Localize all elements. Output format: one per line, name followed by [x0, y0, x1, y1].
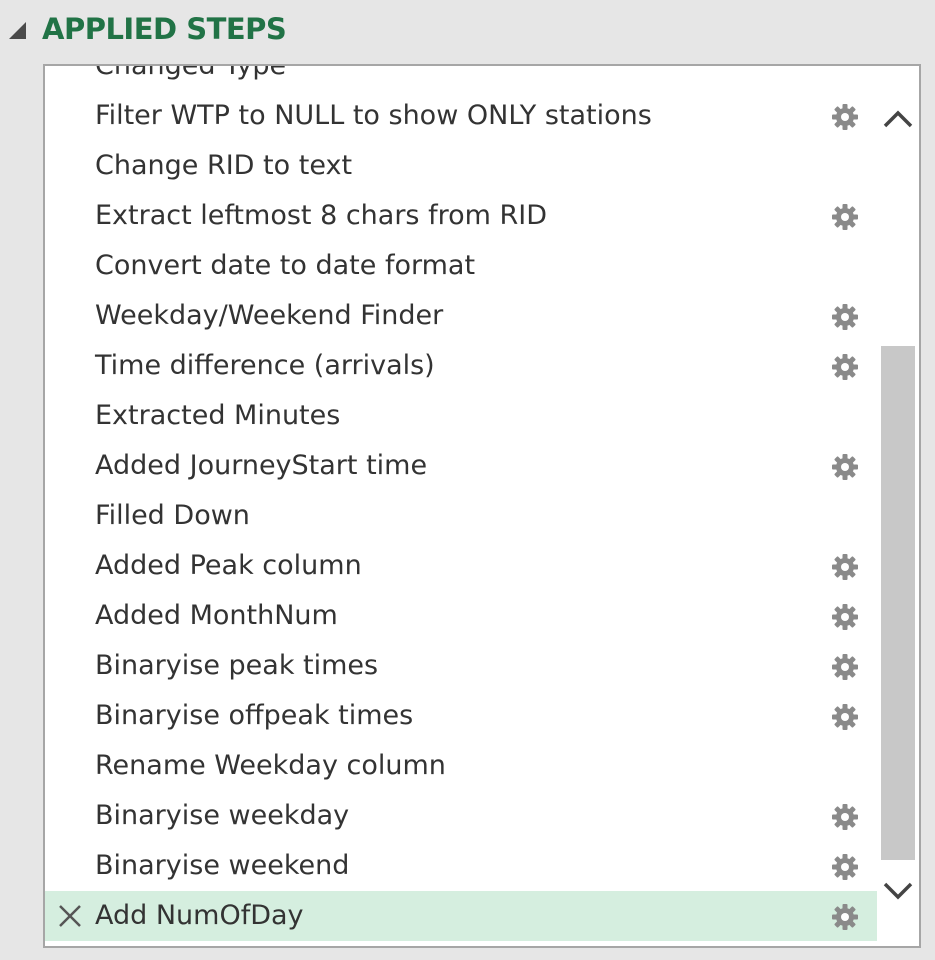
step-label: Extracted Minutes: [95, 400, 341, 431]
step-row[interactable]: Filter WTP to NULL to show ONLY stations: [45, 91, 877, 141]
gear-icon[interactable]: [831, 853, 859, 881]
step-row[interactable]: Weekday/Weekend Finder: [45, 291, 877, 341]
step-row[interactable]: Added JourneyStart time: [45, 441, 877, 491]
gear-icon[interactable]: [831, 353, 859, 381]
step-label: Added MonthNum: [95, 600, 338, 631]
gear-icon[interactable]: [831, 553, 859, 581]
step-row[interactable]: Changed Type: [45, 66, 877, 91]
step-label: Binaryise offpeak times: [95, 700, 414, 731]
step-label: Binaryise peak times: [95, 650, 379, 681]
delete-x-icon[interactable]: [57, 903, 83, 929]
step-label: Add NumOfDay: [95, 900, 304, 931]
applied-steps-list: Changed Type Filter WTP to NULL to show O…: [45, 66, 877, 946]
gear-icon[interactable]: [831, 703, 859, 731]
step-row[interactable]: Extract leftmost 8 chars from RID: [45, 191, 877, 241]
gear-icon[interactable]: [831, 653, 859, 681]
step-row[interactable]: Binaryise weekend: [45, 841, 877, 891]
step-label: Filled Down: [95, 500, 250, 531]
step-row[interactable]: Filled Down: [45, 491, 877, 541]
step-row[interactable]: Binaryise peak times: [45, 641, 877, 691]
step-row[interactable]: Time difference (arrivals): [45, 341, 877, 391]
step-label: Time difference (arrivals): [95, 350, 435, 381]
step-row[interactable]: Added Peak column: [45, 541, 877, 591]
step-row[interactable]: Binaryise weekday: [45, 791, 877, 841]
step-label: Added Peak column: [95, 550, 362, 581]
step-label: Change RID to text: [95, 150, 353, 181]
applied-steps-panel: Changed Type Filter WTP to NULL to show O…: [43, 64, 921, 948]
step-row[interactable]: Change RID to text: [45, 141, 877, 191]
step-row[interactable]: Binaryise offpeak times: [45, 691, 877, 741]
step-label: Rename Weekday column: [95, 750, 446, 781]
step-label: Extract leftmost 8 chars from RID: [95, 200, 548, 231]
step-label: Filter WTP to NULL to show ONLY stations: [95, 100, 652, 131]
step-row[interactable]: Rename Weekday column: [45, 741, 877, 791]
gear-icon[interactable]: [831, 603, 859, 631]
step-label: Weekday/Weekend Finder: [95, 300, 444, 331]
collapse-triangle-icon[interactable]: [9, 22, 26, 39]
gear-icon[interactable]: [831, 803, 859, 831]
gear-icon[interactable]: [831, 453, 859, 481]
chevron-down-icon[interactable]: [882, 874, 914, 906]
gear-icon[interactable]: [831, 203, 859, 231]
step-row[interactable]: Add NumOfDay: [45, 891, 877, 941]
step-row[interactable]: Extracted Minutes: [45, 391, 877, 441]
step-row[interactable]: Convert date to date format: [45, 241, 877, 291]
gear-icon[interactable]: [831, 103, 859, 131]
gear-icon[interactable]: [831, 303, 859, 331]
chevron-up-icon[interactable]: [882, 104, 914, 136]
step-row[interactable]: Added MonthNum: [45, 591, 877, 641]
section-title[interactable]: APPLIED STEPS: [42, 12, 287, 46]
step-label: Changed Type: [95, 66, 286, 91]
step-label: Added JourneyStart time: [95, 450, 428, 481]
step-label: Binaryise weekend: [95, 850, 350, 881]
gear-icon[interactable]: [831, 903, 859, 931]
vertical-scrollbar[interactable]: [877, 66, 919, 946]
step-label: Convert date to date format: [95, 250, 476, 281]
step-label: Binaryise weekday: [95, 800, 350, 831]
scrollbar-thumb[interactable]: [881, 346, 915, 860]
